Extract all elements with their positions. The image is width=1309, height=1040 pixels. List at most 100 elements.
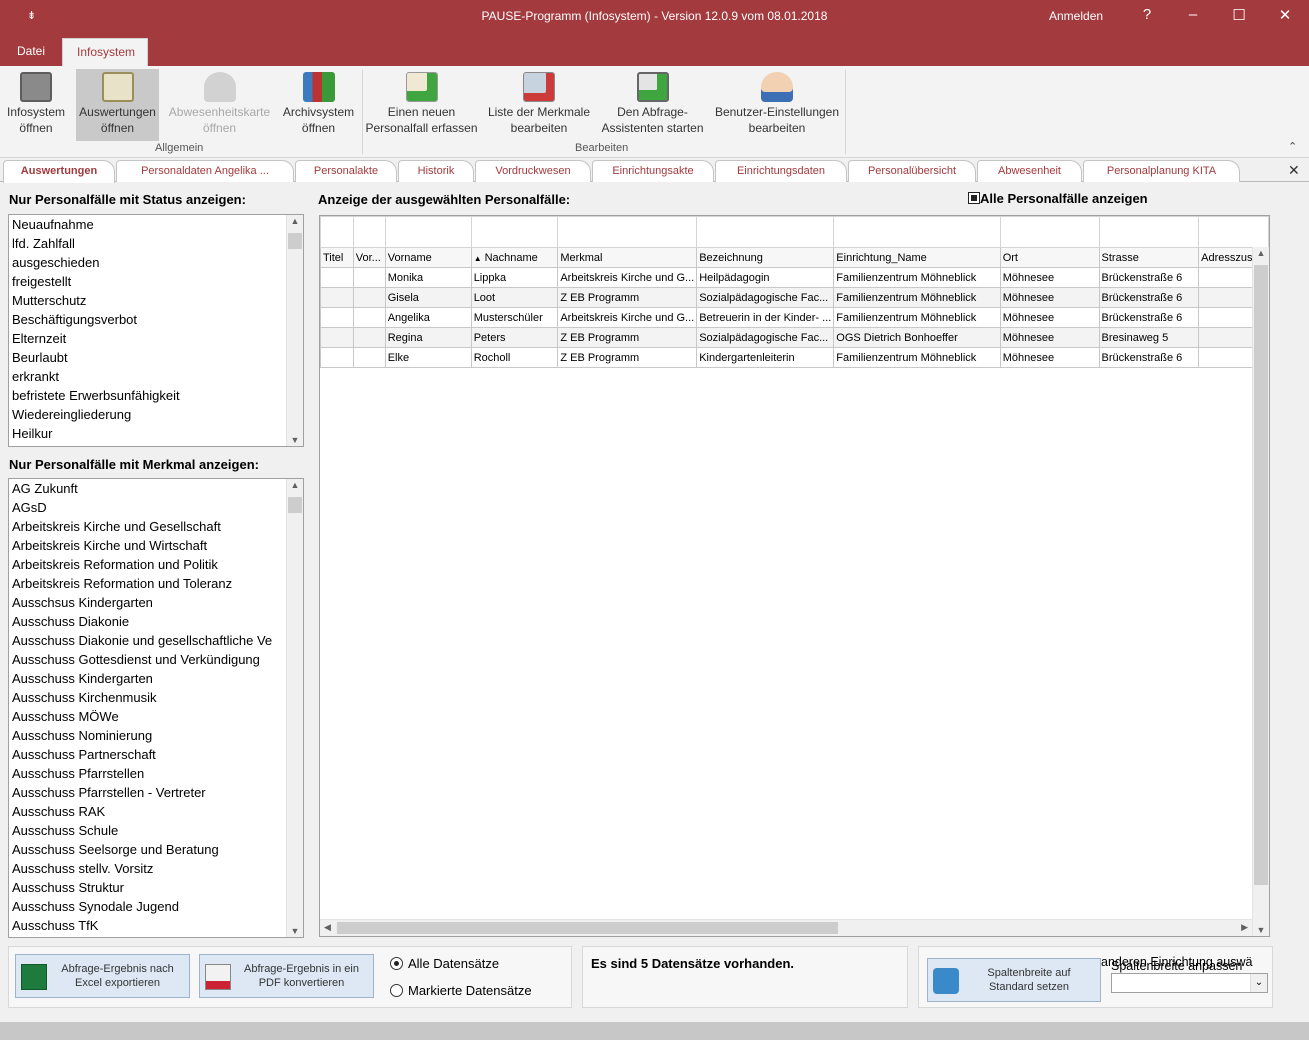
merkmal-list-item[interactable]: Ausschuss Seelsorge und Beratung [9, 840, 303, 859]
table-row[interactable]: Angelika Musterschüler Arbeitskreis Kirche… [320, 307, 1269, 328]
table-cell[interactable]: Familienzentrum Möhneblick [833, 267, 1001, 288]
merkmal-list-item[interactable]: Ausschuss Kindergarten [9, 669, 303, 688]
table-cell[interactable]: Monika [384, 267, 472, 288]
scroll-thumb[interactable] [337, 922, 838, 934]
table-cell[interactable] [352, 347, 386, 368]
merkmal-list-item[interactable]: Ausschuss Pfarrstellen - Vertreter [9, 783, 303, 802]
table-cell[interactable]: Brückenstraße 6 [1098, 287, 1200, 308]
tab-infosystem[interactable]: Infosystem [62, 38, 148, 66]
column-header[interactable]: Bezeichnung [696, 247, 835, 268]
checkbox-icon[interactable] [968, 192, 980, 204]
new-personalfall-button[interactable]: Einen neuen Personalfall erfassen [365, 69, 478, 141]
table-cell[interactable]: Loot [470, 287, 559, 308]
merkmal-list-item[interactable]: Ausschuss Nominierung [9, 726, 303, 745]
table-cell[interactable] [320, 267, 354, 288]
login-button[interactable]: Anmelden [1049, 9, 1103, 23]
all-personalfaelle-checkbox[interactable]: Alle Personalfälle anzeigen [968, 191, 1148, 206]
maximize-icon[interactable]: ☐ [1224, 6, 1254, 24]
scroll-left-icon[interactable]: ◀ [324, 922, 331, 933]
table-row[interactable]: Gisela Loot Z EB Programm Sozialpädagogisch… [320, 287, 1269, 308]
table-cell[interactable]: Familienzentrum Möhneblick [833, 287, 1001, 308]
merkmal-list-item[interactable]: AGsD [9, 498, 303, 517]
scroll-down-icon[interactable]: ▼ [287, 435, 303, 445]
table-cell[interactable]: Regina [384, 327, 472, 348]
merkmal-scrollbar[interactable]: ▲ ▼ [286, 479, 303, 937]
merkmal-list-item[interactable]: Ausschuss Pfarrstellen [9, 764, 303, 783]
table-cell[interactable]: OGS Dietrich Bonhoeffer [833, 327, 1001, 348]
table-row[interactable]: Regina Peters Z EB Programm Sozialpädagogis… [320, 327, 1269, 348]
status-list-item[interactable]: befristete Erwerbsunfähigkeit [9, 386, 303, 405]
table-cell[interactable]: Sozialpädagogische Fac... [696, 327, 835, 348]
table-cell[interactable]: Brückenstraße 6 [1098, 347, 1200, 368]
radio-marked-records[interactable]: Markierte Datensätze [390, 983, 532, 998]
table-cell[interactable]: Kindergartenleiterin [696, 347, 835, 368]
table-cell[interactable]: Arbeitskreis Kirche und G... [557, 267, 698, 288]
merkmal-list-item[interactable]: Arbeitskreis Kirche und Gesellschaft [9, 517, 303, 536]
table-cell[interactable]: Brückenstraße 6 [1098, 267, 1200, 288]
minimize-icon[interactable]: – [1178, 6, 1208, 23]
table-cell[interactable] [320, 287, 354, 308]
radio-all-records[interactable]: Alle Datensätze [390, 956, 499, 971]
table-cell[interactable]: Angelika [384, 307, 472, 328]
table-cell[interactable]: Möhnesee [999, 327, 1100, 348]
merkmal-list-item[interactable]: Ausschuss Gottesdienst und Verkündigung [9, 650, 303, 669]
column-header[interactable]: Merkmal [557, 247, 698, 268]
radio-selected-icon[interactable] [390, 957, 403, 970]
doctab-vordruckwesen[interactable]: Vordruckwesen [475, 160, 591, 182]
table-cell[interactable]: Familienzentrum Möhneblick [833, 307, 1001, 328]
table-cell[interactable] [352, 287, 386, 308]
archivsystem-open-button[interactable]: Archivsystem öffnen [280, 69, 357, 141]
scroll-up-icon[interactable]: ▲ [1253, 248, 1269, 258]
abfrage-assistant-button[interactable]: Den Abfrage- Assistenten starten [599, 69, 706, 141]
status-list-item[interactable]: Wiedereingliederung [9, 405, 303, 424]
scroll-thumb[interactable] [288, 497, 302, 513]
table-row[interactable]: Elke Rocholl Z EB Programm Kindergartenleit… [320, 347, 1269, 368]
reset-column-width-button[interactable]: Spaltenbreite auf Standard setzen [927, 958, 1101, 1002]
merkmale-edit-button[interactable]: Liste der Merkmale bearbeiten [485, 69, 593, 141]
doctab-personaluebersicht[interactable]: Personalübersicht [848, 160, 976, 182]
results-grid[interactable]: Titel Vor... Vorname ▲ Nachname Merkmal Bezeic… [319, 215, 1270, 937]
column-header[interactable]: Ort [999, 247, 1100, 268]
radio-unselected-icon[interactable] [390, 984, 403, 997]
merkmal-list-item[interactable]: Arbeitskreis Reformation und Toleranz [9, 574, 303, 593]
status-list-item[interactable]: Elternzeit [9, 329, 303, 348]
merkmal-list-item[interactable]: Arbeitskreis Reformation und Politik [9, 555, 303, 574]
doctab-personaldaten[interactable]: Personaldaten Angelika ... [116, 160, 294, 182]
merkmal-list-item[interactable]: Ausschuss stellv. Vorsitz [9, 859, 303, 878]
table-cell[interactable]: Möhnesee [999, 287, 1100, 308]
merkmal-list-item[interactable]: Ausschuss Diakonie und gesellschaftliche… [9, 631, 303, 650]
merkmal-list-item[interactable]: Ausschuss Synodale Jugend [9, 897, 303, 916]
doctab-auswertungen[interactable]: Auswertungen [3, 160, 115, 183]
table-cell[interactable]: Musterschüler [470, 307, 559, 328]
status-list-item[interactable]: freigestellt [9, 272, 303, 291]
table-cell[interactable]: Z EB Programm [557, 287, 698, 308]
grid-vscrollbar[interactable]: ▲ ▼ [1252, 247, 1269, 936]
column-header[interactable]: Vorname [384, 247, 472, 268]
doctab-einrichtungsakte[interactable]: Einrichtungsakte [592, 160, 714, 182]
column-header[interactable]: Einrichtung_Name [833, 247, 1001, 268]
table-cell[interactable]: Gisela [384, 287, 472, 308]
merkmal-list-item[interactable]: Ausschuss Kirchenmusik [9, 688, 303, 707]
table-cell[interactable] [320, 327, 354, 348]
table-row[interactable]: Monika Lippka Arbeitskreis Kirche und G...… [320, 267, 1269, 288]
doctab-personalplanung-kita[interactable]: Personalplanung KITA [1083, 160, 1240, 182]
status-scrollbar[interactable]: ▲ ▼ [286, 215, 303, 446]
table-cell[interactable]: Sozialpädagogische Fac... [696, 287, 835, 308]
scroll-thumb[interactable] [288, 233, 302, 249]
table-cell[interactable]: Brückenstraße 6 [1098, 307, 1200, 328]
status-list-item[interactable]: ausgeschieden [9, 253, 303, 272]
scroll-thumb[interactable] [1254, 265, 1268, 885]
column-header[interactable]: Vor... [352, 247, 386, 268]
chevron-down-icon[interactable]: ⌄ [1250, 974, 1267, 992]
table-cell[interactable]: Heilpädagogin [696, 267, 835, 288]
scroll-up-icon[interactable]: ▲ [287, 480, 303, 490]
table-cell[interactable] [352, 267, 386, 288]
help-button[interactable]: ? [1132, 6, 1162, 23]
merkmal-list-item[interactable]: Ausschuss Diakonie [9, 612, 303, 631]
grid-hscrollbar[interactable]: ◀ ▶ [320, 919, 1252, 936]
table-cell[interactable] [320, 347, 354, 368]
close-tab-icon[interactable]: ✕ [1288, 162, 1300, 179]
column-header[interactable]: ▲ Nachname [470, 247, 559, 268]
merkmal-list-item[interactable]: Ausschuss MÖWe [9, 707, 303, 726]
scroll-up-icon[interactable]: ▲ [287, 216, 303, 226]
